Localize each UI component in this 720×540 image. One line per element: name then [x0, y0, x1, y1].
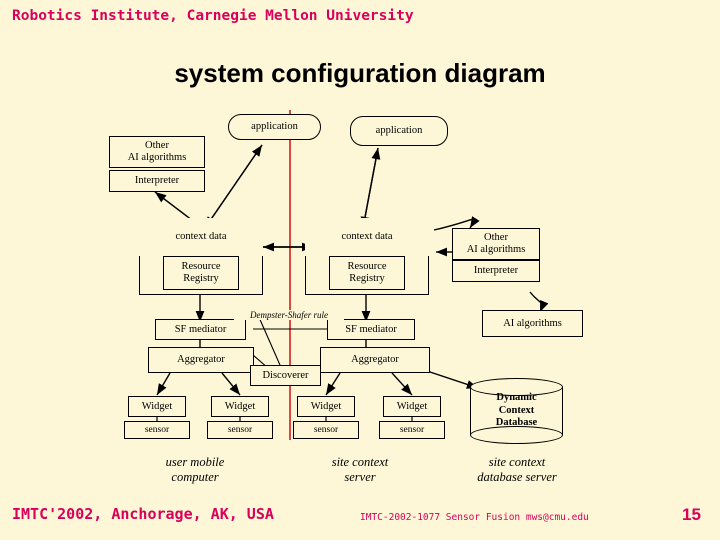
- box-label-line1: Resource: [181, 261, 221, 273]
- caption-line1: site context: [488, 455, 546, 469]
- caption-site-context-database-server: site context database server: [442, 455, 592, 485]
- box-aggregator-1[interactable]: Aggregator: [148, 347, 254, 373]
- box-label: sensor: [399, 424, 425, 435]
- box-discoverer[interactable]: Discoverer: [250, 365, 321, 386]
- box-label-line1: Resource: [347, 261, 387, 273]
- box-label: SF mediator: [174, 323, 227, 335]
- box-label: SF mediator: [345, 323, 397, 335]
- annotation-dempster-shafer-rule: Dempster-Shafer rule: [234, 310, 344, 320]
- box-widget-2[interactable]: Widget: [211, 396, 269, 417]
- box-sf-mediator-1[interactable]: SF mediator: [155, 319, 246, 340]
- box-label: context data: [341, 231, 393, 243]
- database-label: Dynamic Context Database: [470, 378, 563, 444]
- box-label: context data: [175, 231, 227, 243]
- box-other-ai-algorithms-left[interactable]: Other AI algorithms: [109, 136, 205, 168]
- box-application-2[interactable]: application: [350, 116, 448, 146]
- box-label-line1: Other: [484, 232, 508, 244]
- box-context-data-1[interactable]: context data: [139, 218, 263, 256]
- box-label: AI algorithms: [503, 317, 562, 329]
- database-label-line1: Dynamic Context Database: [495, 392, 538, 429]
- caption-line2: database server: [477, 470, 557, 484]
- system-configuration-diagram: application application Other AI algorit…: [0, 100, 720, 490]
- box-aggregator-2[interactable]: Aggregator: [320, 347, 430, 373]
- box-label: sensor: [313, 424, 339, 435]
- box-label: application: [375, 125, 423, 137]
- box-label: Widget: [396, 400, 428, 412]
- box-label: Widget: [310, 400, 342, 412]
- box-resource-registry-2[interactable]: Resource Registry: [329, 256, 405, 290]
- caption-site-context-server: site context server: [295, 455, 425, 485]
- caption-line2: computer: [171, 470, 219, 484]
- box-interpreter-right[interactable]: Interpreter: [452, 260, 540, 282]
- box-label: sensor: [144, 424, 170, 435]
- box-label: application: [251, 121, 298, 133]
- box-label: Interpreter: [473, 265, 519, 277]
- diagram-connectors: [154, 110, 549, 440]
- footer-page-number: 15: [682, 505, 701, 524]
- footer-paper-id: IMTC-2002-1077 Sensor Fusion mws@cmu.edu: [360, 512, 589, 523]
- box-other-ai-algorithms-right[interactable]: Other AI algorithms: [452, 228, 540, 260]
- caption-line2: server: [344, 470, 376, 484]
- box-sf-mediator-2[interactable]: SF mediator: [327, 319, 415, 340]
- caption-user-mobile-computer: user mobile computer: [130, 455, 260, 485]
- box-label-line2: Registry: [183, 273, 219, 284]
- box-label: Widget: [141, 400, 173, 412]
- box-widget-1[interactable]: Widget: [128, 396, 186, 417]
- caption-line1: user mobile: [165, 455, 225, 469]
- caption-line1: site context: [331, 455, 389, 469]
- box-label-line1: Other: [145, 140, 169, 152]
- box-label-line2: AI algorithms: [127, 152, 187, 163]
- slide: Robotics Institute, Carnegie Mellon Univ…: [0, 0, 720, 540]
- slide-header: Robotics Institute, Carnegie Mellon Univ…: [12, 8, 414, 24]
- box-label-line2: AI algorithms: [466, 244, 526, 255]
- box-sensor-2[interactable]: sensor: [207, 421, 273, 439]
- box-label: Aggregator: [177, 354, 225, 366]
- page-title: system configuration diagram: [174, 58, 546, 88]
- box-resource-registry-1[interactable]: Resource Registry: [163, 256, 239, 290]
- box-context-data-2[interactable]: context data: [305, 218, 429, 256]
- footer-conference: IMTC'2002, Anchorage, AK, USA: [12, 505, 274, 523]
- box-widget-3[interactable]: Widget: [297, 396, 355, 417]
- box-label-line2: Registry: [349, 273, 385, 284]
- box-sensor-4[interactable]: sensor: [379, 421, 445, 439]
- box-label: Widget: [224, 400, 256, 412]
- box-application-1[interactable]: application: [228, 114, 321, 140]
- dynamic-context-database[interactable]: Dynamic Context Database: [470, 378, 563, 444]
- box-label: Aggregator: [351, 354, 399, 366]
- box-label: sensor: [227, 424, 253, 435]
- box-label: Interpreter: [134, 175, 180, 187]
- box-interpreter-left[interactable]: Interpreter: [109, 170, 205, 192]
- box-label: Discoverer: [262, 369, 309, 381]
- box-ai-algorithms-right[interactable]: AI algorithms: [482, 310, 583, 337]
- box-widget-4[interactable]: Widget: [383, 396, 441, 417]
- box-sensor-1[interactable]: sensor: [124, 421, 190, 439]
- box-sensor-3[interactable]: sensor: [293, 421, 359, 439]
